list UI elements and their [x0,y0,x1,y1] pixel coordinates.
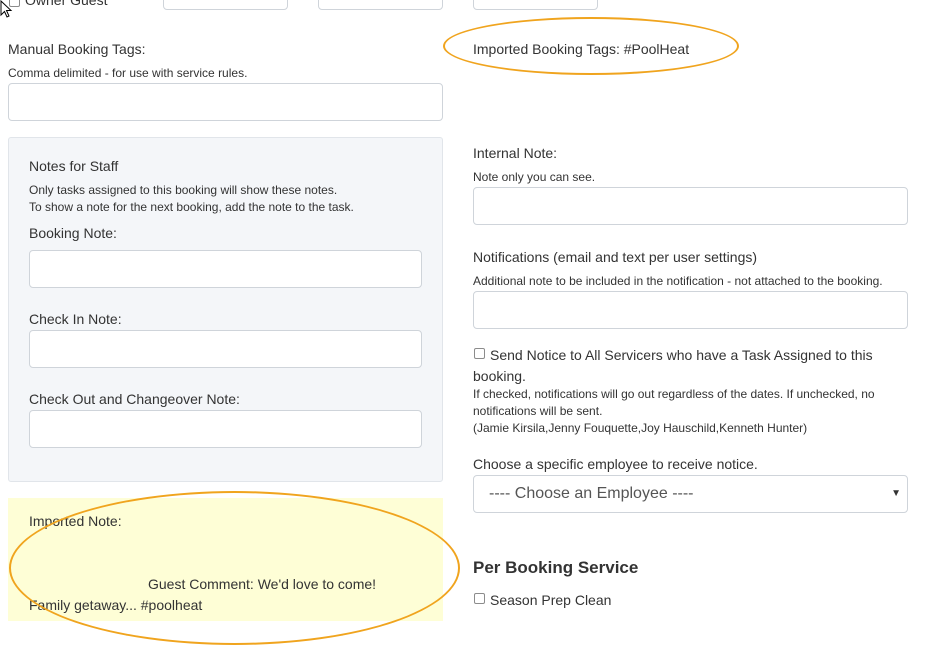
per-booking-title: Per Booking Service [473,558,639,577]
send-notice-help-2: notifications will be sent. [473,404,603,418]
employee-select-label: Choose a specific employee to receive no… [473,456,758,472]
employee-select-value: ---- Choose an Employee ---- [489,485,694,502]
manual-tags-label: Manual Booking Tags: [8,41,146,57]
check-in-note-input[interactable] [29,330,422,368]
notification-note-input[interactable] [473,291,908,329]
send-notice-checkbox[interactable] [474,348,485,359]
owner-guest-label: Owner Guest [25,0,108,8]
mouse-cursor-icon [0,0,13,18]
send-notice-label-1: Send Notice to All Servicers who have a … [490,347,873,363]
notifications-help: Additional note to be included in the no… [473,274,883,288]
check-out-note-label: Check Out and Changeover Note: [29,391,240,407]
servicers-list: (Jamie Kirsila,Jenny Fouquette,Joy Hausc… [473,421,808,435]
staff-notes-help-1: Only tasks assigned to this booking will… [29,183,338,197]
season-prep-checkbox[interactable] [474,593,485,604]
booking-note-input[interactable] [29,250,422,288]
staff-notes-help-2: To show a note for the next booking, add… [29,200,354,214]
notifications-label: Notifications (email and text per user s… [473,249,758,265]
manual-tags-input[interactable] [8,83,443,121]
check-in-note-label: Check In Note: [29,311,122,327]
top-input-1[interactable] [163,0,288,10]
send-notice-label-2: booking. [473,368,526,384]
booking-note-label: Booking Note: [29,225,117,241]
internal-note-input[interactable] [473,187,908,225]
chevron-down-icon: ▼ [891,488,901,499]
internal-note-help: Note only you can see. [473,170,596,184]
internal-note-label: Internal Note: [473,145,558,161]
season-prep-label: Season Prep Clean [490,592,612,608]
manual-tags-help: Comma delimited - for use with service r… [8,66,248,80]
send-notice-help-1: If checked, notifications will go out re… [473,387,875,401]
imported-tags-highlight-ring [443,17,739,75]
employee-select[interactable]: ---- Choose an Employee ---- ▼ [473,475,908,513]
top-input-2[interactable] [318,0,443,10]
imported-note-highlight-ring [9,491,460,645]
top-input-3[interactable] [473,0,598,10]
staff-notes-title: Notes for Staff [29,158,119,174]
check-out-note-input[interactable] [29,410,422,448]
